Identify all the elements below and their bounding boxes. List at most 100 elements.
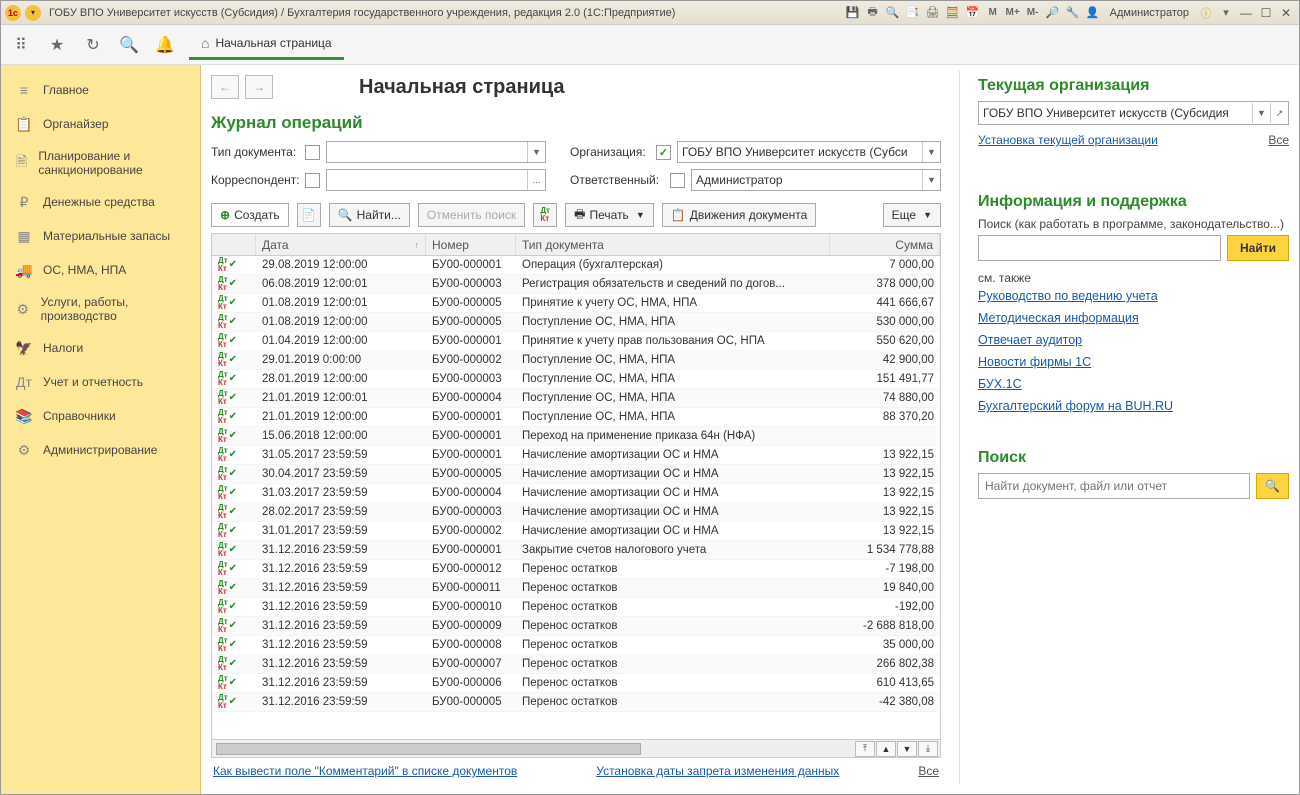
sidebar-item-3[interactable]: ₽Денежные средства [1,185,200,219]
info-link[interactable]: Бухгалтерский форум на BUH.RU [978,399,1289,413]
scroll-down-button[interactable]: ▼ [897,741,917,757]
table-row[interactable]: ДтКт✔31.12.2016 23:59:59БУ00-000011Перен… [212,579,940,598]
info-find-button[interactable]: Найти [1227,235,1289,261]
table-row[interactable]: ДтКт✔31.12.2016 23:59:59БУ00-000010Перен… [212,598,940,617]
sidebar-item-9[interactable]: 📚Справочники [1,399,200,433]
global-search-button[interactable]: 🔍 [1256,473,1289,499]
col-sum[interactable]: Сумма [830,234,940,255]
table-row[interactable]: ДтКт✔31.12.2016 23:59:59БУ00-000006Перен… [212,674,940,693]
save-icon[interactable]: 💾 [844,4,862,22]
sidebar-item-4[interactable]: ▦Материальные запасы [1,219,200,253]
print-icon[interactable]: 🖶 [864,4,882,22]
table-row[interactable]: ДтКт✔30.04.2017 23:59:59БУ00-000005Начис… [212,465,940,484]
info-search-input[interactable] [978,235,1221,261]
dtkr-button[interactable]: ДтКт [533,203,557,227]
table-row[interactable]: ДтКт✔06.08.2019 12:00:01БУ00-000003Регис… [212,275,940,294]
corr-checkbox[interactable] [305,173,320,188]
global-search-input[interactable] [978,473,1250,499]
chevron-down-icon[interactable]: ▼ [527,142,545,162]
history-icon[interactable]: ↻ [81,33,105,57]
col-number[interactable]: Номер [426,234,516,255]
doctype-combo[interactable]: ▼ [326,141,546,163]
table-row[interactable]: ДтКт✔28.02.2017 23:59:59БУ00-000003Начис… [212,503,940,522]
scroll-bottom-button[interactable]: ⤓ [918,741,938,757]
org-combo[interactable]: ГОБУ ВПО Университет искусств (Субси ▼ [677,141,941,163]
doctype-checkbox[interactable] [305,145,320,160]
table-row[interactable]: ДтКт✔31.12.2016 23:59:59БУ00-000001Закры… [212,541,940,560]
table-row[interactable]: ДтКт✔01.08.2019 12:00:00БУ00-000005Посту… [212,313,940,332]
table-row[interactable]: ДтКт✔21.01.2019 12:00:00БУ00-000001Посту… [212,408,940,427]
sidebar-item-6[interactable]: ⚙Услуги, работы, производство [1,287,200,331]
scroll-up-button[interactable]: ▲ [876,741,896,757]
minimize-button[interactable]: — [1237,4,1255,22]
sidebar-item-10[interactable]: ⚙Администрирование [1,433,200,467]
info-link[interactable]: Отвечает аудитор [978,333,1289,347]
corr-combo[interactable]: … [326,169,546,191]
footer-link-comment[interactable]: Как вывести поле "Комментарий" в списке … [213,764,517,778]
tools-icon[interactable]: 🔧 [1064,4,1082,22]
mem-m-button[interactable]: M [984,4,1002,22]
search-icon[interactable]: 🔍 [117,33,141,57]
sidebar-item-1[interactable]: 📋Органайзер [1,107,200,141]
table-row[interactable]: ДтКт✔31.05.2017 23:59:59БУ00-000001Начис… [212,446,940,465]
sidebar-item-5[interactable]: 🚚ОС, НМА, НПА [1,253,200,287]
more-button[interactable]: Еще▼ [883,203,941,227]
col-type[interactable]: Тип документа [516,234,830,255]
sidebar-item-7[interactable]: 🦅Налоги [1,331,200,365]
mem-mplus-button[interactable]: M+ [1004,4,1022,22]
print-button[interactable]: 🖶Печать▼ [565,203,654,227]
calculator-icon[interactable]: 🧮 [944,4,962,22]
print2-icon[interactable]: 🖨 [924,4,942,22]
table-row[interactable]: ДтКт✔31.12.2016 23:59:59БУ00-000012Перен… [212,560,940,579]
scroll-top-button[interactable]: ⤒ [855,741,875,757]
favorites-icon[interactable]: ★ [45,33,69,57]
resp-combo[interactable]: Администратор ▼ [691,169,941,191]
table-row[interactable]: ДтКт✔01.08.2019 12:00:01БУ00-000005Приня… [212,294,940,313]
zoom-in-icon[interactable]: 🔎 [1044,4,1062,22]
table-row[interactable]: ДтКт✔31.01.2017 23:59:59БУ00-000002Начис… [212,522,940,541]
info-link[interactable]: БУХ.1С [978,377,1289,391]
close-button[interactable]: ✕ [1277,4,1295,22]
table-row[interactable]: ДтКт✔29.01.2019 0:00:00БУ00-000002Поступ… [212,351,940,370]
info-dropdown-icon[interactable]: ▾ [1217,4,1235,22]
create-button[interactable]: ⊕Создать [211,203,289,227]
info-link[interactable]: Методическая информация [978,311,1289,325]
table-row[interactable]: ДтКт✔31.12.2016 23:59:59БУ00-000009Перен… [212,617,940,636]
apps-grid-icon[interactable]: ⠿ [9,33,33,57]
chevron-down-icon[interactable]: ▼ [922,142,940,162]
col-date[interactable]: Дата↑ [256,234,426,255]
tab-home[interactable]: ⌂ Начальная страница [189,29,344,60]
table-row[interactable]: ДтКт✔31.03.2017 23:59:59БУ00-000004Начис… [212,484,940,503]
table-row[interactable]: ДтКт✔21.01.2019 12:00:01БУ00-000004Посту… [212,389,940,408]
copy-button[interactable]: 📄 [297,203,321,227]
find-button[interactable]: 🔍Найти... [329,203,410,227]
info-icon[interactable]: ⓘ [1197,4,1215,22]
ellipsis-icon[interactable]: … [527,170,545,190]
sidebar-item-0[interactable]: ≡Главное [1,73,200,107]
notifications-icon[interactable]: 🔔 [153,33,177,57]
table-row[interactable]: ДтКт✔31.12.2016 23:59:59БУ00-000008Перен… [212,636,940,655]
info-link[interactable]: Руководство по ведению учета [978,289,1289,303]
maximize-button[interactable]: ☐ [1257,4,1275,22]
sidebar-item-2[interactable]: 🗎Планирование и санкционирование [1,141,200,185]
cancel-search-button[interactable]: Отменить поиск [418,203,525,227]
table-row[interactable]: ДтКт✔15.06.2018 12:00:00БУ00-000001Перех… [212,427,940,446]
movements-button[interactable]: 📋Движения документа [662,203,817,227]
user-label[interactable]: Администратор [1104,7,1195,19]
set-current-org-link[interactable]: Установка текущей организации [978,133,1158,147]
chevron-down-icon[interactable]: ▼ [1252,103,1270,123]
chevron-down-icon[interactable]: ▼ [922,170,940,190]
org-checkbox[interactable] [656,145,671,160]
info-link[interactable]: Новости фирмы 1С [978,355,1289,369]
footer-link-date[interactable]: Установка даты запрета изменения данных [596,764,839,778]
compare-icon[interactable]: 📑 [904,4,922,22]
table-row[interactable]: ДтКт✔31.12.2016 23:59:59БУ00-000005Перен… [212,693,940,712]
nav-forward-button[interactable]: → [245,75,273,99]
table-row[interactable]: ДтКт✔01.04.2019 12:00:00БУ00-000001Приня… [212,332,940,351]
current-org-combo[interactable]: ГОБУ ВПО Университет искусств (Субсидия … [978,101,1289,125]
nav-back-button[interactable]: ← [211,75,239,99]
table-row[interactable]: ДтКт✔31.12.2016 23:59:59БУ00-000007Перен… [212,655,940,674]
open-icon[interactable]: ↗ [1270,103,1288,123]
mem-mminus-button[interactable]: M- [1024,4,1042,22]
sidebar-item-8[interactable]: ДтУчет и отчетность [1,365,200,399]
